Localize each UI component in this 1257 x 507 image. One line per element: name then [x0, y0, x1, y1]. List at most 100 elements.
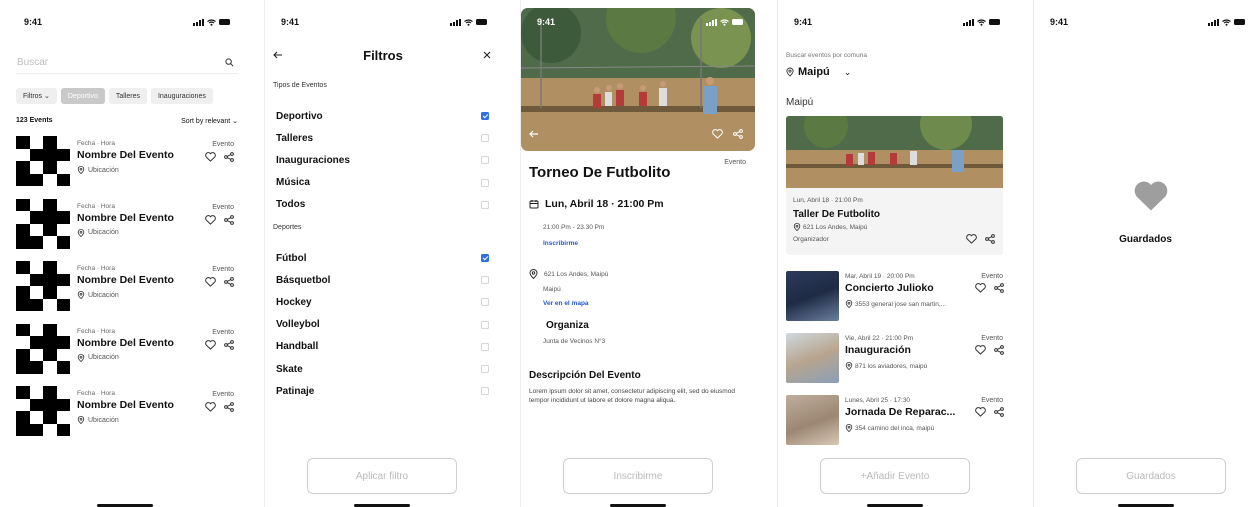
add-event-button[interactable]: +Añadir Evento [820, 458, 970, 494]
event-thumbnail [786, 395, 839, 445]
map-link[interactable]: Ver en el mapa [543, 300, 589, 307]
status-time: 9:41 [537, 17, 556, 27]
register-button[interactable]: Inscribirme [563, 458, 713, 494]
filter-option[interactable]: Handball [276, 340, 489, 354]
heart-icon[interactable] [205, 402, 216, 412]
share-icon[interactable] [224, 214, 234, 225]
filter-option[interactable]: Básquetbol [276, 273, 489, 287]
share-icon[interactable] [224, 277, 234, 287]
share-icon[interactable] [985, 234, 995, 244]
event-thumbnail [16, 198, 70, 249]
share-icon[interactable] [994, 407, 1004, 417]
filter-option[interactable]: Deportivo [276, 109, 489, 123]
checkbox[interactable] [481, 200, 489, 209]
checkbox[interactable] [481, 134, 489, 143]
checkbox[interactable] [481, 178, 489, 187]
share-icon[interactable] [224, 402, 234, 412]
filter-option[interactable]: Talleres [276, 131, 489, 145]
location-pin-icon [77, 353, 85, 362]
commune-event-row[interactable]: Lunes, Abril 25 · 17:30 Evento Jornada De … [786, 395, 1008, 445]
commune-select[interactable]: Maipú ⌄ [786, 66, 851, 78]
event-title: Nombre Del Evento [77, 399, 174, 411]
event-actions [205, 277, 234, 287]
close-icon[interactable] [483, 51, 491, 59]
filter-option-label: Talleres [276, 132, 314, 144]
filter-option[interactable]: Volleybol [276, 318, 489, 332]
event-thumbnail [16, 386, 70, 436]
event-address-row: 621 Los Andes, Maipú [529, 269, 608, 279]
event-title: Nombre Del Evento [77, 336, 174, 349]
chip-talleres[interactable]: Talleres [108, 88, 147, 104]
search-input[interactable]: Buscar [17, 57, 48, 68]
organizer-title: Organiza [546, 320, 589, 331]
event-row[interactable]: Fecha · Hora Nombre Del Evento Ubicación Ev… [16, 386, 236, 442]
checkbox[interactable] [481, 276, 489, 285]
event-thumbnail [786, 333, 839, 383]
event-row[interactable]: Fecha · Hora Nombre Del Evento Ubicación Ev… [16, 198, 236, 255]
checkbox[interactable] [481, 342, 489, 351]
event-meta: Fecha · Hora [77, 327, 115, 335]
back-arrow-icon[interactable] [273, 51, 283, 59]
filter-option[interactable]: Todos [276, 198, 489, 212]
featured-event-card[interactable]: Lun, Abril 18 · 21:00 Pm Taller De Futbo… [786, 116, 1003, 255]
event-location-text: Ubicación [88, 166, 119, 174]
checkbox[interactable] [481, 254, 489, 262]
share-icon[interactable] [994, 345, 1004, 355]
filter-option[interactable]: Inauguraciones [276, 153, 489, 167]
event-location: Ubicación [77, 291, 119, 299]
commune-event-row[interactable]: Vie, Abril 22 · 21:00 Pm Evento Inauguraci… [786, 333, 1008, 383]
chip-filtros[interactable]: Filtros ⌄ [16, 88, 57, 104]
event-title: Inauguración [845, 344, 911, 356]
search-icon[interactable] [225, 58, 234, 67]
checkbox[interactable] [481, 365, 489, 373]
checkbox[interactable] [481, 298, 489, 307]
chip-inauguraciones[interactable]: Inauguraciones [150, 88, 213, 104]
heart-icon[interactable] [205, 339, 216, 350]
checkbox[interactable] [481, 387, 489, 396]
checkbox[interactable] [481, 320, 489, 329]
chip-deportivo[interactable]: Deportivo [60, 88, 105, 104]
event-title: Concierto Julioko [845, 282, 934, 294]
page-title: Filtros [363, 47, 403, 63]
heart-icon[interactable] [205, 152, 216, 162]
heart-icon[interactable] [975, 345, 986, 355]
filter-option[interactable]: Hockey [276, 295, 489, 309]
events-screen: 9:41 Buscar Filtros ⌄ Deportivo Talleres… [8, 8, 242, 507]
wifi-icon [464, 18, 473, 26]
saved-screen: 9:41 Guardados Guardados [1034, 8, 1257, 507]
event-row[interactable]: Fecha · Hora Nombre Del Evento Ubicación Ev… [16, 261, 236, 317]
status-bar: 9:41 [1034, 8, 1257, 36]
heart-icon[interactable] [205, 277, 216, 287]
event-meta: Lunes, Abril 25 · 17:30 [845, 397, 911, 404]
search-bar[interactable]: Buscar [16, 52, 238, 74]
saved-button[interactable]: Guardados [1076, 458, 1226, 494]
checkbox[interactable] [481, 112, 489, 120]
share-icon[interactable] [224, 152, 234, 162]
heart-icon[interactable] [975, 283, 986, 293]
event-tag: Evento [981, 273, 1003, 280]
saved-title: Guardados [1119, 234, 1172, 245]
heart-icon[interactable] [975, 407, 986, 417]
share-icon[interactable] [733, 129, 743, 139]
event-tag: Evento [212, 328, 234, 336]
heart-icon[interactable] [205, 214, 216, 225]
filter-option[interactable]: Fútbol [276, 251, 489, 265]
sort-dropdown[interactable]: Sort by relevant ⌄ [181, 117, 238, 125]
event-row[interactable]: Fecha · Hora Nombre Del Evento Ubicación Ev… [16, 323, 236, 380]
filter-option[interactable]: Patinaje [276, 384, 489, 398]
apply-filter-button[interactable]: Aplicar filtro [307, 458, 457, 494]
commune-event-row[interactable]: Mar, Abril 19 · 20:00 Pm Evento Concierto … [786, 271, 1008, 321]
share-icon[interactable] [224, 339, 234, 350]
heart-icon[interactable] [712, 129, 723, 139]
register-link[interactable]: Inscribirme [543, 240, 578, 247]
back-arrow-icon[interactable] [529, 130, 539, 138]
filter-option[interactable]: Skate [276, 362, 489, 376]
filter-option[interactable]: Música [276, 176, 489, 190]
share-icon[interactable] [994, 283, 1004, 293]
location-pin-icon [786, 67, 794, 77]
signal-icon [1208, 18, 1219, 26]
event-row[interactable]: Fecha · Hora Nombre Del Evento Ubicación Ev… [16, 136, 236, 192]
description-title: Descripción Del Evento [529, 370, 641, 381]
heart-icon[interactable] [966, 234, 977, 244]
checkbox[interactable] [481, 156, 489, 165]
